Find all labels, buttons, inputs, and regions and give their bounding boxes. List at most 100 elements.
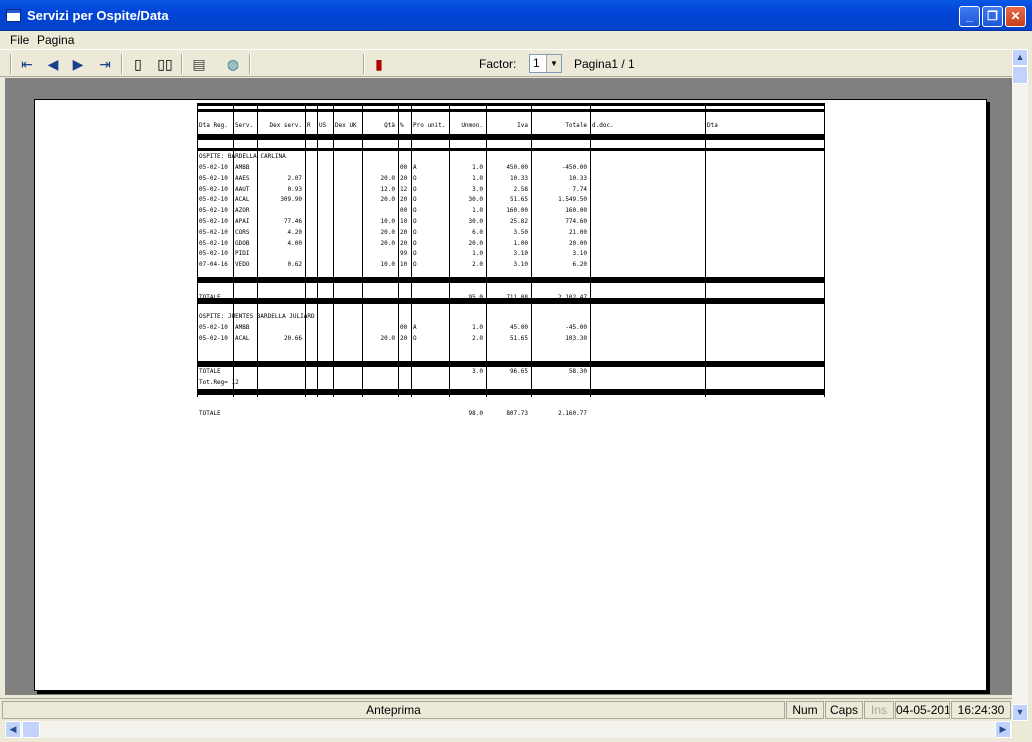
column-header: Iva [517,122,528,129]
table-cell: 20.66 [283,334,302,342]
page-indicator: Pagina1 / 1 [574,57,635,71]
export-button[interactable]: ◍ [222,53,244,75]
total-amount: 2.160.77 [558,410,587,417]
table-cell: A [413,324,417,331]
status-num: Num [786,701,824,719]
table-cell: 10.0 [380,218,395,225]
toolbar-separator [10,54,12,74]
table-rule [197,103,824,106]
report-page: Dta Reg. Serv. Dex serv. R US Dex UK Qtà% Pro u… [34,99,987,691]
scroll-left-button[interactable]: ◀ [5,721,21,738]
single-page-button[interactable]: ▯ [127,53,149,75]
total-amount: 58.30 [568,368,587,375]
table-cell: AZOR [235,207,250,215]
column-header: Qtà [384,122,395,129]
total-qty: 3.0 [472,368,483,375]
total-label: TOTALE [199,410,221,417]
table-cell: 12 [400,185,408,193]
table-cell: 10 [400,261,408,269]
next-page-button[interactable]: ▶ [67,53,89,75]
table-cell: 51.65 [509,196,528,204]
scroll-corner [1012,721,1028,738]
close-button[interactable]: ✕ [1005,6,1026,27]
table-cell: 7.74 [572,185,587,193]
title-bar[interactable]: Servizi per Ospite/Data _ ❐ ✕ [0,0,1032,31]
prev-page-button[interactable]: ◀ [42,53,64,75]
preview-area[interactable]: Dta Reg. Serv. Dex serv. R US Dex UK Qtà% Pro u… [5,78,1012,695]
window-title: Servizi per Ospite/Data [27,8,169,23]
vertical-scrollbar[interactable]: ▲ ▼ [1012,49,1028,721]
table-rule [197,109,824,112]
table-cell: 30.0 [468,218,483,225]
scroll-thumb-horizontal[interactable] [22,721,40,738]
factor-value: 1 [533,56,540,70]
print-button[interactable]: ▤ [188,53,210,75]
toolbar-separator [249,54,251,74]
exit-icon: ▮ [375,56,383,72]
column-header: R [307,122,311,129]
maximize-button[interactable]: ❐ [982,6,1003,27]
table-cell: -45.00 [565,324,587,331]
table-cell: 20 [400,174,408,182]
horizontal-scrollbar[interactable]: ◀ ▶ [5,721,1012,738]
column-header: US [319,122,327,129]
table-cell: 20.0 [380,196,395,204]
total-qty: 98.0 [468,410,483,417]
menu-file[interactable]: File [10,33,29,47]
menu-bar: File Pagina [0,31,1032,49]
total-iva: 96.65 [509,368,528,375]
table-cell: GDOB [235,239,250,247]
table-cell: 1.0 [472,174,483,182]
table-cell: 3.0 [472,185,483,193]
table-cell: 103.30 [565,334,587,342]
table-cell: 05-02-10 [199,324,228,331]
table-cell: 20 [400,228,408,236]
table-cell: 10 [400,218,408,225]
table-cell: 20 [400,334,408,342]
table-cell: 20.0 [380,239,395,247]
table-cell: AAUT [235,185,250,193]
table-cell: 3.10 [513,250,528,258]
last-page-button[interactable]: ⇥ [94,53,116,75]
menu-pagina[interactable]: Pagina [37,33,74,47]
exit-button[interactable]: ▮ [368,53,390,75]
single-page-icon: ▯ [134,56,142,72]
group-title: OSPITE: BARDELLA CARLINA [199,153,286,160]
first-page-button[interactable]: ⇤ [16,53,38,75]
scroll-up-button[interactable]: ▲ [1012,49,1028,66]
table-cell: A [413,164,417,171]
column-header: % [400,122,404,129]
table-cell: O [413,207,417,215]
table-cell: 2.07 [287,174,302,182]
table-cell: O [413,334,417,342]
table-cell: 10.33 [509,174,528,182]
table-cell: 00 [400,164,408,171]
table-cell: O [413,174,417,182]
total-amount: 2.102.47 [558,294,587,301]
column-header: Dta [707,122,718,129]
scroll-down-button[interactable]: ▼ [1012,704,1028,721]
table-cell: 21.00 [568,228,587,236]
column-header: Serv. [235,122,254,129]
export-icon: ◍ [226,56,240,72]
table-cell: 0.62 [287,261,302,269]
table-cell: 05-02-10 [199,250,228,258]
chevron-down-icon[interactable]: ▼ [546,55,561,72]
toolbar-separator [121,54,123,74]
two-pages-button[interactable]: ▯▯ [154,53,176,75]
table-cell: 05-02-10 [199,174,228,182]
table-cell: VEDO [235,261,250,269]
minimize-button[interactable]: _ [959,6,980,27]
table-cell: 05-02-10 [199,218,228,225]
total-label: TOTALE [199,368,221,375]
table-rule [197,148,824,151]
print-icon: ▤ [192,56,206,72]
table-cell: 30.0 [468,196,483,204]
table-cell: 20.0 [380,334,395,342]
factor-select[interactable]: 1 ▼ [529,54,562,73]
table-cell: O [413,218,417,225]
scroll-right-button[interactable]: ▶ [995,721,1011,738]
column-header: Dex UK [335,122,357,129]
status-bar: Anteprima Num Caps Ins 04-05-2016 16:24:… [0,698,1012,720]
scroll-thumb-vertical[interactable] [1012,66,1028,84]
